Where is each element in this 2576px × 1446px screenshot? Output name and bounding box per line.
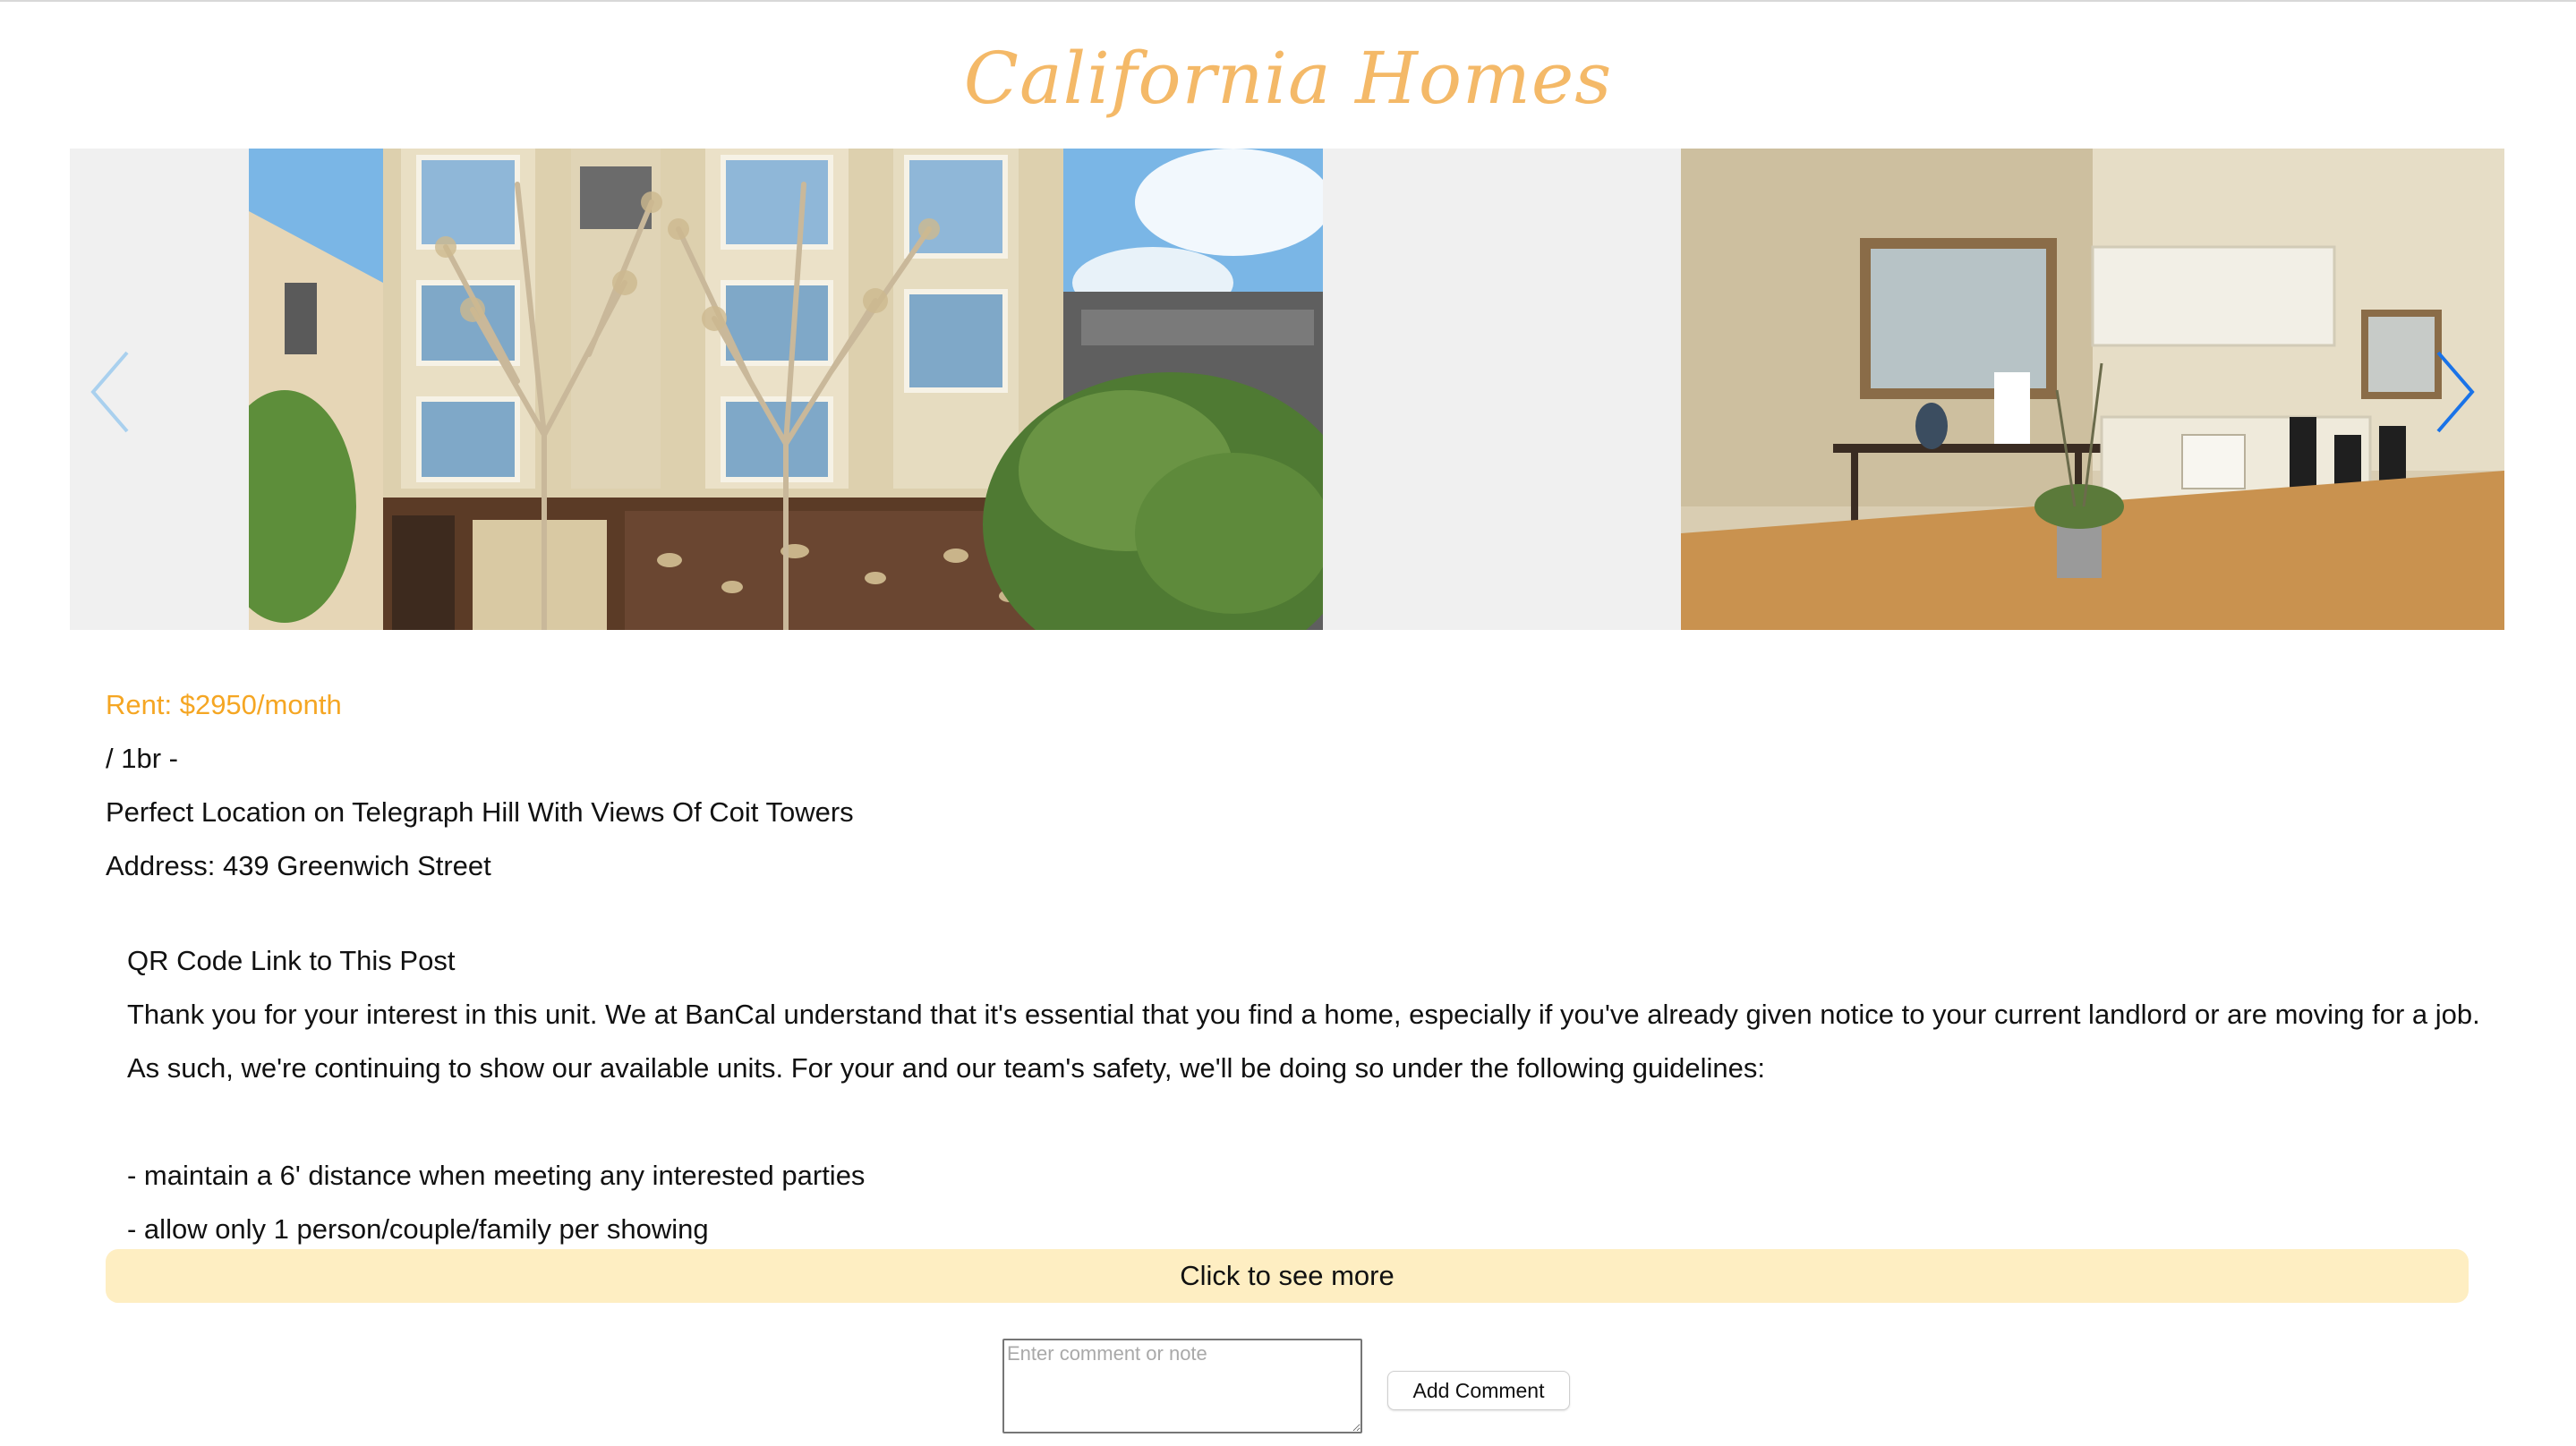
guideline-item: - maintain a 6' distance when meeting an… [127, 1160, 866, 1191]
carousel-slide-interior[interactable] [1681, 149, 2504, 630]
listing-description: QR Code Link to This Post Thank you for … [127, 934, 2490, 1256]
guideline-item: - allow only 1 person/couple/family per … [127, 1213, 709, 1245]
chevron-right-icon [2436, 351, 2475, 433]
see-more-button[interactable]: Click to see more [106, 1249, 2469, 1303]
description-intro: Thank you for your interest in this unit… [127, 999, 2486, 1084]
qr-code-link[interactable]: QR Code Link to This Post [127, 934, 2490, 988]
site-title: California Homes [963, 37, 1613, 120]
add-comment-button[interactable]: Add Comment [1387, 1371, 1570, 1410]
listing-address: Address: 439 Greenwich Street [106, 850, 491, 881]
carousel-next-button[interactable] [2418, 347, 2490, 437]
listing-headline: Perfect Location on Telegraph Hill With … [106, 796, 854, 828]
rent-price: Rent: $2950/month [106, 689, 342, 720]
photo-carousel[interactable] [70, 149, 2504, 630]
interior-photo [1681, 149, 2504, 630]
carousel-slide-exterior[interactable] [249, 149, 1323, 630]
exterior-photo [249, 149, 1323, 630]
chevron-left-icon [90, 351, 129, 433]
carousel-prev-button[interactable] [75, 347, 147, 437]
bedroom-count: / 1br - [106, 743, 178, 774]
top-divider [0, 0, 2576, 2]
comment-input[interactable] [1002, 1339, 1362, 1433]
